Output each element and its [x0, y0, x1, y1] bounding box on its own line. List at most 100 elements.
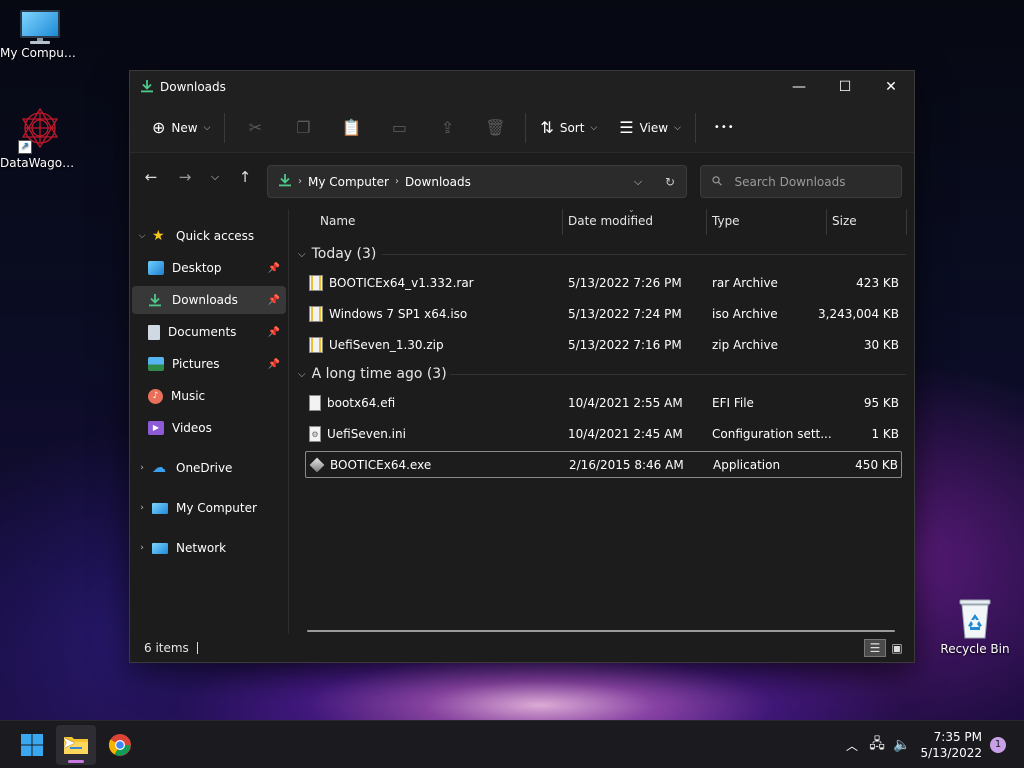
column-header-size[interactable]: Size [832, 201, 857, 241]
large-icons-view-icon[interactable]: ▣ [886, 639, 908, 657]
details-view-icon[interactable]: ☰ [864, 639, 886, 657]
close-button[interactable]: ✕ [868, 71, 914, 103]
pictures-folder-icon [148, 357, 164, 371]
sidebar-item-onedrive[interactable]: › ☁ OneDrive [132, 454, 286, 482]
sidebar-item-downloads[interactable]: Downloads 📌 [132, 286, 286, 314]
taskbar-chrome[interactable] [100, 725, 140, 765]
copy-icon[interactable]: ❐ [279, 112, 327, 144]
file-row[interactable]: ⚙ UefiSeven.ini 10/4/2021 2:45 AM Config… [305, 420, 902, 447]
iso-archive-icon [309, 305, 323, 322]
group-header-today[interactable]: ⌵ Today (3) [298, 243, 376, 265]
sort-button[interactable]: ⇅ Sort ⌵ [532, 112, 605, 144]
monitor-icon [152, 502, 168, 514]
notification-badge[interactable]: 1 [990, 737, 1006, 753]
taskbar-file-explorer[interactable]: ➤ [56, 725, 96, 765]
column-header-name[interactable]: Name [320, 201, 355, 241]
taskbar: ➤ ︿ 🖧 🔈 7:35 PM 5/13/2022 1 [0, 720, 1024, 768]
horizontal-scrollbar[interactable] [307, 630, 895, 632]
file-size: 1 KB [871, 426, 899, 441]
file-row[interactable]: bootx64.efi 10/4/2021 2:55 AM EFI File 9… [305, 389, 902, 416]
sidebar-item-label: Documents [168, 325, 237, 339]
sidebar-item-quick-access[interactable]: ⌵ ★ Quick access [132, 222, 286, 250]
sidebar-item-label: Videos [172, 421, 212, 435]
chevron-down-icon[interactable]: ⌵ [132, 231, 152, 241]
chrome-icon [108, 734, 131, 756]
file-date: 5/13/2022 7:24 PM [568, 306, 682, 321]
desktop-icon-recycle-bin[interactable]: Recycle Bin [935, 596, 1015, 656]
refresh-icon[interactable]: ↻ [654, 175, 686, 189]
delete-icon[interactable]: 🗑 [471, 112, 519, 144]
sort-button-label: Sort [559, 120, 585, 135]
paste-icon[interactable]: 📋 [327, 112, 375, 144]
search-input[interactable] [734, 174, 885, 189]
rename-icon[interactable]: ▭ [375, 112, 423, 144]
chevron-right-icon[interactable]: › [132, 543, 152, 553]
chevron-right-icon[interactable]: › [132, 463, 152, 473]
pin-icon: 📌 [267, 326, 280, 338]
address-dropdown-icon[interactable]: ⌵ [622, 175, 654, 189]
sidebar-item-network[interactable]: › Network [132, 534, 286, 562]
music-folder-icon: ♪ [148, 388, 163, 404]
minimize-button[interactable]: — [776, 71, 822, 103]
monitor-icon [18, 10, 62, 44]
chevron-down-icon: ⌵ [590, 122, 598, 133]
sidebar-item-pictures[interactable]: Pictures 📌 [132, 350, 286, 378]
window-title: Downloads [160, 80, 226, 94]
file-size: 450 KB [855, 457, 898, 472]
breadcrumb-my-computer[interactable]: My Computer [308, 175, 389, 189]
file-row[interactable]: UefiSeven_1.30.zip 5/13/2022 7:16 PM zip… [305, 331, 902, 358]
command-bar: ⊕ New ⌵ ✂ ❐ 📋 ▭ ⇪ 🗑 ⇅ Sort ⌵ ☰ View ⌵ ••… [130, 103, 914, 153]
file-row[interactable]: BOOTICEx64.exe 2/16/2015 8:46 AM Applica… [305, 451, 902, 478]
chevron-down-icon: ⌵ [674, 122, 681, 133]
sidebar-item-label: Music [171, 389, 206, 403]
pane-divider[interactable] [288, 209, 289, 634]
sidebar-item-label: Desktop [172, 261, 222, 275]
sidebar-item-videos[interactable]: ▶ Videos [132, 414, 286, 442]
file-row[interactable]: BOOTICEx64_v1.332.rar 5/13/2022 7:26 PM … [305, 269, 902, 296]
cloud-icon: ☁ [152, 460, 166, 476]
up-button[interactable]: ↑ [230, 162, 260, 192]
group-header-long-ago[interactable]: ⌵ A long time ago (3) [298, 363, 447, 385]
group-title: Today (3) [311, 246, 377, 262]
file-size: 30 KB [863, 337, 899, 352]
forward-button[interactable]: → [170, 162, 200, 192]
start-button[interactable] [12, 725, 52, 765]
column-header-type[interactable]: Type [712, 201, 740, 241]
column-header-date[interactable]: Date modified [568, 201, 653, 241]
desktop-icon-my-computer[interactable]: My Computer [0, 10, 80, 60]
address-bar[interactable]: › My Computer › Downloads ⌵ ↻ [267, 165, 687, 198]
file-date: 2/16/2015 8:46 AM [569, 457, 684, 472]
search-box[interactable]: ⚲ [700, 165, 902, 198]
file-type: iso Archive [712, 306, 778, 321]
recent-locations-button[interactable]: ⌵ [200, 162, 230, 192]
chevron-right-icon: › [298, 176, 302, 187]
taskbar-clock[interactable]: 7:35 PM 5/13/2022 [920, 729, 982, 761]
navigation-pane: ⌵ ★ Quick access Desktop 📌 Downloads 📌 D… [130, 201, 288, 631]
show-hidden-icons-button[interactable]: ︿ [840, 737, 864, 754]
more-options-button[interactable]: ••• [706, 112, 743, 144]
title-bar[interactable]: Downloads — ☐ ✕ [130, 71, 914, 103]
sidebar-item-my-computer[interactable]: › My Computer [132, 494, 286, 522]
file-date: 10/4/2021 2:55 AM [568, 395, 683, 410]
chevron-right-icon[interactable]: › [132, 503, 152, 513]
new-button[interactable]: ⊕ New ⌵ [144, 112, 218, 144]
documents-folder-icon [148, 324, 160, 340]
sidebar-item-music[interactable]: ♪ Music [132, 382, 286, 410]
sidebar-item-desktop[interactable]: Desktop 📌 [132, 254, 286, 282]
sidebar-item-label: My Computer [176, 501, 257, 515]
recycle-bin-icon [956, 596, 994, 640]
file-type: rar Archive [712, 275, 778, 290]
desktop-icon-datawagon[interactable]: ↗ DataWagon... [0, 106, 80, 170]
sidebar-item-documents[interactable]: Documents 📌 [132, 318, 286, 346]
file-row[interactable]: Windows 7 SP1 x64.iso 5/13/2022 7:24 PM … [305, 300, 902, 327]
windows-logo-icon [21, 734, 43, 756]
cut-icon[interactable]: ✂ [231, 112, 279, 144]
volume-icon[interactable]: 🔈 [890, 737, 914, 753]
share-icon[interactable]: ⇪ [423, 112, 471, 144]
maximize-button[interactable]: ☐ [822, 71, 868, 103]
chevron-right-icon: › [394, 176, 399, 187]
breadcrumb-downloads[interactable]: Downloads [405, 175, 471, 189]
network-status-icon[interactable]: 🖧 [864, 733, 890, 757]
view-button[interactable]: ☰ View ⌵ [611, 112, 689, 144]
back-button[interactable]: ← [136, 162, 166, 192]
